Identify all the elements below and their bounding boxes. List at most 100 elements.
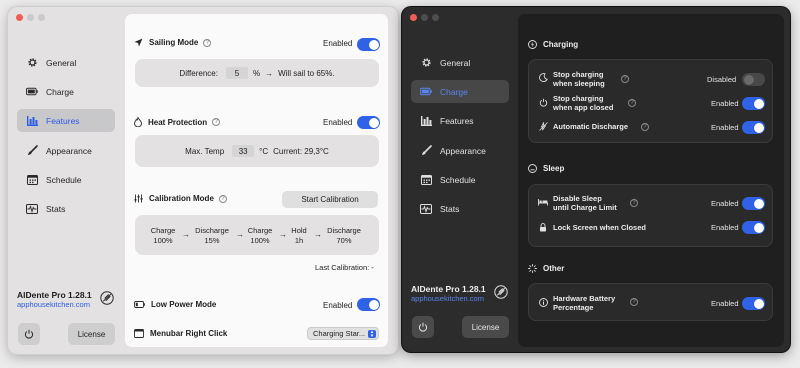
help-icon[interactable]: ? [621, 75, 629, 83]
calendar-icon [420, 174, 432, 186]
difference-input[interactable]: 5 [225, 67, 248, 79]
lock-screen-label: Lock Screen when Closed [553, 223, 646, 232]
stop-charging-sleeping-label: Stop charging when sleeping [553, 70, 605, 88]
sailing-mode-heading: Sailing Mode ? [134, 38, 212, 47]
sidebar-item-label: Stats [46, 203, 66, 214]
hardware-battery-percentage-toggle[interactable] [742, 297, 765, 310]
sidebar-item-features[interactable]: Features [17, 109, 115, 132]
sparkle-icon [528, 264, 537, 273]
help-icon[interactable]: ? [628, 99, 636, 107]
sidebar-item-stats[interactable]: Stats [411, 197, 509, 220]
discharge-icon [538, 122, 548, 131]
app-logo-icon [494, 285, 508, 299]
sidebar-item-label: General [440, 57, 471, 68]
sidebar-item-label: Features [46, 115, 80, 126]
stop-charging-app-closed-toggle[interactable] [742, 97, 765, 110]
lock-icon [538, 223, 548, 232]
heat-protection-title: Heat Protection [148, 117, 208, 127]
app-website-link[interactable]: apphousekitchen.com [411, 294, 484, 303]
app-website-link[interactable]: apphousekitchen.com [17, 300, 90, 309]
battery-low-icon [134, 301, 145, 308]
low-power-state: Enabled [323, 301, 353, 310]
help-icon[interactable]: ? [218, 194, 227, 203]
calendar-icon [26, 174, 38, 186]
sailing-mode-toggle[interactable] [357, 38, 380, 51]
chart-bars-icon [26, 115, 38, 127]
quit-button[interactable] [18, 323, 40, 345]
low-power-toggle[interactable] [357, 298, 380, 311]
sidebar-item-stats[interactable]: Stats [17, 197, 115, 220]
sidebar-item-appearance[interactable]: Appearance [411, 139, 509, 162]
disable-sleep-toggle[interactable] [742, 197, 765, 210]
calibration-step: Discharge 15% [195, 226, 229, 245]
sleep-group: Disable Sleep until Charge Limit ? Enable… [528, 184, 773, 247]
charging-bolt-icon [528, 40, 537, 49]
heat-protection-toggle[interactable] [357, 116, 380, 129]
max-temp-input[interactable]: 33 [232, 145, 255, 157]
charging-section-heading: Charging [528, 40, 578, 49]
sidebar-item-label: Features [440, 115, 474, 126]
stop-charging-app-closed-label: Stop charging when app closed [553, 94, 614, 112]
sidebar-item-general[interactable]: General [17, 51, 115, 74]
sliders-icon [134, 194, 143, 203]
waveform-icon [26, 203, 38, 215]
help-icon[interactable]: ? [203, 38, 212, 47]
app-name: AlDente Pro 1.28.1 [17, 290, 92, 300]
sidebar-item-appearance[interactable]: Appearance [17, 139, 115, 162]
other-group: Hardware Battery Percentage ? Enabled [528, 283, 773, 321]
calibration-mode-heading: Calibration Mode ? [134, 194, 227, 203]
sidebar-item-label: Schedule [46, 174, 82, 185]
power-icon [24, 329, 34, 339]
sidebar-item-general[interactable]: General [411, 51, 509, 74]
sidebar-item-label: Schedule [440, 174, 476, 185]
arrow-right-icon: → [265, 68, 274, 78]
menubar-right-click-title: Menubar Right Click [150, 329, 228, 338]
sidebar-item-label: General [46, 57, 77, 68]
current-temp-text: Current: 29,3°C [273, 146, 329, 156]
help-icon[interactable]: ? [641, 123, 649, 131]
arrow-right-icon: → [314, 230, 322, 239]
hardware-battery-percentage-label: Hardware Battery Percentage [553, 294, 616, 312]
help-icon[interactable]: ? [212, 118, 221, 126]
lock-screen-toggle[interactable] [742, 221, 765, 234]
charging-group: Stop charging when sleeping ? Disabled St… [528, 59, 773, 143]
max-temp-label: Max. Temp [185, 146, 225, 156]
difference-label: Difference: [179, 68, 218, 78]
gear-icon [26, 57, 38, 69]
menubar-icon [134, 329, 144, 338]
flame-icon [134, 117, 142, 127]
sailing-mode-state: Enabled [323, 39, 353, 48]
settings-window-light: General Charge Features Appearance Sched… [8, 7, 398, 354]
calibration-step: Charge 100% [150, 226, 176, 245]
stop-charging-sleeping-toggle[interactable] [742, 73, 765, 86]
low-power-heading: Low Power Mode [134, 300, 216, 309]
automatic-discharge-state: Enabled [711, 123, 739, 132]
heat-protection-state: Enabled [323, 118, 353, 127]
disable-sleep-label: Disable Sleep until Charge Limit [553, 194, 617, 212]
sidebar-item-charge[interactable]: Charge [17, 80, 115, 103]
percent-unit: % [252, 68, 261, 78]
menubar-right-click-select[interactable]: Charging Star... ▴ ▾ [307, 327, 379, 340]
celsius-unit: °C [259, 146, 269, 156]
last-calibration-text: Last Calibration: - [315, 263, 374, 272]
sleep-section-heading: Sleep [528, 164, 564, 173]
license-button[interactable]: License [462, 316, 509, 338]
sidebar: General Charge Features Appearance Sched… [8, 7, 124, 354]
calibration-step: Discharge 70% [327, 226, 361, 245]
calibration-step: Charge 100% [247, 226, 273, 245]
sidebar-item-features[interactable]: Features [411, 109, 509, 132]
license-button[interactable]: License [68, 323, 115, 345]
help-icon[interactable]: ? [630, 298, 638, 306]
sidebar-item-schedule[interactable]: Schedule [17, 168, 115, 191]
sleep-cloud-icon [528, 164, 537, 173]
sidebar-item-schedule[interactable]: Schedule [411, 168, 509, 191]
sailing-mode-title: Sailing Mode [149, 38, 199, 47]
help-icon[interactable]: ? [630, 199, 638, 207]
sidebar-item-charge[interactable]: Charge [411, 80, 509, 103]
start-calibration-button[interactable]: Start Calibration [282, 191, 378, 208]
quit-button[interactable] [412, 316, 434, 338]
chart-bars-icon [420, 115, 432, 127]
automatic-discharge-toggle[interactable] [742, 121, 765, 134]
sidebar-item-label: Stats [440, 203, 460, 214]
sidebar-item-label: Appearance [440, 145, 486, 156]
